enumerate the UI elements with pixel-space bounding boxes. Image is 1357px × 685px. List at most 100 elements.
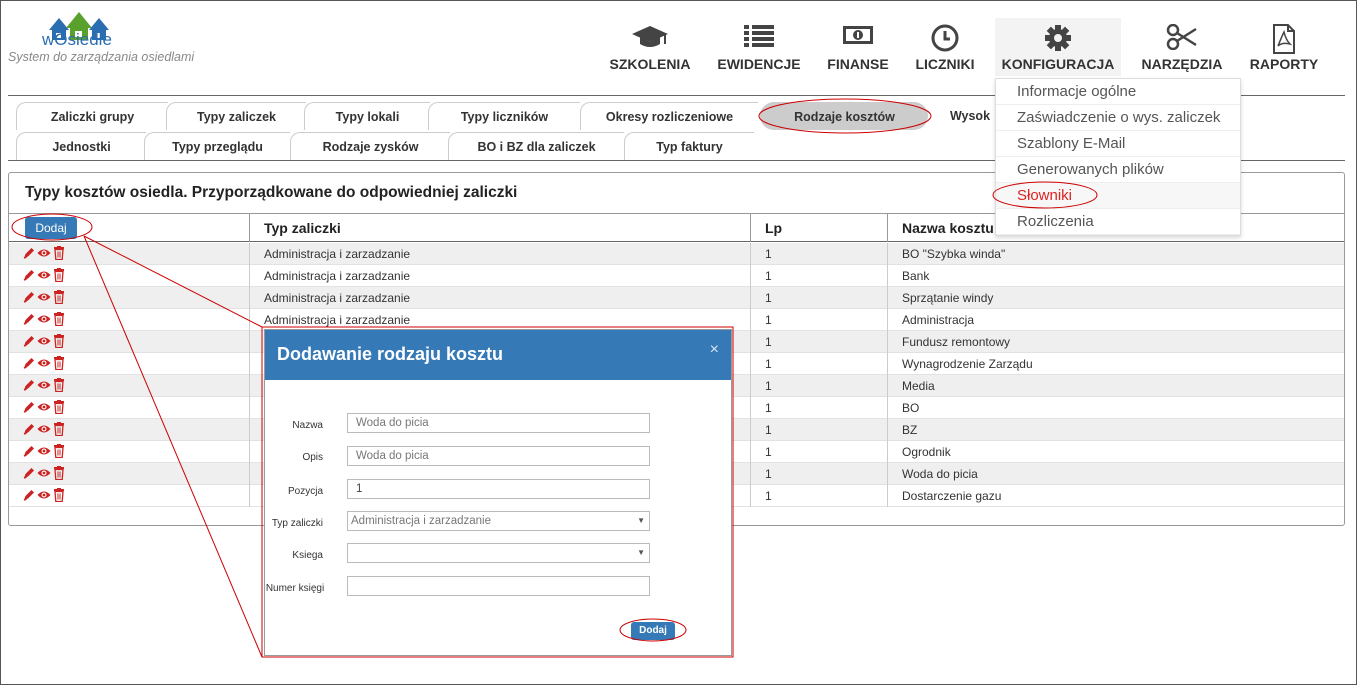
edit-pencil-icon[interactable] xyxy=(23,378,35,395)
close-icon[interactable]: × xyxy=(710,341,719,359)
delete-trash-icon[interactable] xyxy=(53,378,65,395)
tab-typy-przegladu[interactable]: Typy przeglądu xyxy=(144,132,290,160)
tab-typy-lokali[interactable]: Typy lokali xyxy=(304,102,430,130)
delete-trash-icon[interactable] xyxy=(53,312,65,329)
edit-pencil-icon[interactable] xyxy=(23,466,35,483)
view-eye-icon[interactable] xyxy=(37,444,51,461)
gear-icon xyxy=(995,24,1121,54)
tab-typ-faktury[interactable]: Typ faktury xyxy=(624,132,754,160)
money-icon xyxy=(822,24,894,54)
nav-szkolenia[interactable]: SZKOLENIA xyxy=(606,18,694,76)
view-eye-icon[interactable] xyxy=(37,246,51,263)
delete-trash-icon[interactable] xyxy=(53,400,65,417)
cell-lp: 1 xyxy=(750,397,887,419)
nav-label: SZKOLENIA xyxy=(609,56,691,72)
delete-trash-icon[interactable] xyxy=(53,422,65,439)
view-eye-icon[interactable] xyxy=(37,422,51,439)
menu-item-zaswiadczenie[interactable]: Zaświadczenie o wys. zaliczek xyxy=(996,105,1240,131)
cell-nazwa-kosztu: Media xyxy=(887,375,1344,397)
delete-trash-icon[interactable] xyxy=(53,246,65,263)
delete-trash-icon[interactable] xyxy=(53,356,65,373)
modal-add-button[interactable]: Dodaj xyxy=(631,622,675,640)
table-row[interactable]: Administracja i zarzadzanie 1 BO "Szybka w… xyxy=(9,243,1344,265)
typ-zaliczki-select[interactable]: Administracja i zarzadzanie ▼ xyxy=(347,511,650,531)
edit-pencil-icon[interactable] xyxy=(23,422,35,439)
view-eye-icon[interactable] xyxy=(37,400,51,417)
cell-nazwa-kosztu: Administracja xyxy=(887,309,1344,331)
edit-pencil-icon[interactable] xyxy=(23,334,35,351)
table-row[interactable]: Administracja i zarzadzanie 1 Sprzątanie w… xyxy=(9,287,1344,309)
nav-label: LICZNIKI xyxy=(915,56,975,72)
table-row[interactable]: Administracja i zarzadzanie 1 Bank xyxy=(9,265,1344,287)
tab-rodzaje-zyskow[interactable]: Rodzaje zysków xyxy=(290,132,450,160)
tab-label: Okresy rozliczeniowe xyxy=(605,110,734,124)
row-actions xyxy=(23,400,67,416)
view-eye-icon[interactable] xyxy=(37,268,51,285)
scissors-icon xyxy=(1138,23,1226,54)
view-eye-icon[interactable] xyxy=(37,334,51,351)
tab-rodzaje-kosztow[interactable]: Rodzaje kosztów xyxy=(760,102,928,130)
edit-pencil-icon[interactable] xyxy=(23,268,35,285)
table-row[interactable]: Administracja i zarzadzanie 1 Administracj… xyxy=(9,309,1344,331)
edit-pencil-icon[interactable] xyxy=(23,488,35,505)
row-actions xyxy=(23,422,67,438)
ksiega-select[interactable]: ▼ xyxy=(347,543,650,563)
nav-liczniki[interactable]: LICZNIKI xyxy=(910,18,980,76)
column-header-lp[interactable]: Lp xyxy=(750,214,887,242)
column-header-typ-zaliczki[interactable]: Typ zaliczki xyxy=(249,214,749,242)
tab-zaliczki-grupy[interactable]: Zaliczki grupy xyxy=(16,102,168,130)
tab-typy-zaliczek[interactable]: Typy zaliczek xyxy=(166,102,306,130)
nazwa-input[interactable]: Woda do picia xyxy=(347,413,650,433)
menu-item-generowanych-plikow[interactable]: Generowanych plików xyxy=(996,157,1240,183)
row-actions xyxy=(23,312,67,328)
field-label-numer-ksiegi: Numer księgi xyxy=(265,583,325,594)
nav-narzedzia[interactable]: NARZĘDZIA xyxy=(1138,18,1226,76)
field-label-typ-zaliczki: Typ zaliczki xyxy=(271,518,323,529)
nav-label: RAPORTY xyxy=(1249,56,1319,72)
cell-nazwa-kosztu: Ogrodnik xyxy=(887,441,1344,463)
menu-item-informacje-ogolne[interactable]: Informacje ogólne xyxy=(996,79,1240,105)
view-eye-icon[interactable] xyxy=(37,356,51,373)
field-label-ksiega: Ksiega xyxy=(292,550,323,561)
nav-finanse[interactable]: FINANSE xyxy=(822,18,894,76)
cell-lp: 1 xyxy=(750,375,887,397)
tab-label: Wysok xyxy=(949,109,991,123)
list-icon xyxy=(714,24,804,54)
edit-pencil-icon[interactable] xyxy=(23,246,35,263)
delete-trash-icon[interactable] xyxy=(53,444,65,461)
opis-input[interactable]: Woda do picia xyxy=(347,446,650,466)
brand-name: wOsiedle xyxy=(42,30,112,49)
view-eye-icon[interactable] xyxy=(37,378,51,395)
delete-trash-icon[interactable] xyxy=(53,290,65,307)
nav-konfiguracja[interactable]: KONFIGURACJA xyxy=(995,18,1121,76)
tab-wysokosc[interactable]: Wysok xyxy=(940,102,1000,130)
edit-pencil-icon[interactable] xyxy=(23,312,35,329)
tab-label: Jednostki xyxy=(52,140,111,154)
edit-pencil-icon[interactable] xyxy=(23,290,35,307)
nav-ewidencje[interactable]: EWIDENCJE xyxy=(714,18,804,76)
cell-nazwa-kosztu: Fundusz remontowy xyxy=(887,331,1344,353)
tab-okresy-rozliczeniowe[interactable]: Okresy rozliczeniowe xyxy=(580,102,758,130)
add-button[interactable]: Dodaj xyxy=(25,217,77,239)
numer-ksiegi-input[interactable] xyxy=(347,576,650,596)
menu-item-szablony-email[interactable]: Szablony E-Mail xyxy=(996,131,1240,157)
pozycja-input[interactable]: 1 xyxy=(347,479,650,499)
nav-raporty[interactable]: RAPORTY xyxy=(1244,18,1324,76)
delete-trash-icon[interactable] xyxy=(53,268,65,285)
tab-jednostki[interactable]: Jednostki xyxy=(16,132,146,160)
edit-pencil-icon[interactable] xyxy=(23,444,35,461)
edit-pencil-icon[interactable] xyxy=(23,400,35,417)
tab-bo-bz-dla-zaliczek[interactable]: BO i BZ dla zaliczek xyxy=(448,132,624,160)
view-eye-icon[interactable] xyxy=(37,312,51,329)
view-eye-icon[interactable] xyxy=(37,488,51,505)
menu-item-rozliczenia[interactable]: Rozliczenia xyxy=(996,209,1240,235)
tab-label: Zaliczki grupy xyxy=(50,110,135,124)
delete-trash-icon[interactable] xyxy=(53,488,65,505)
menu-item-slowniki[interactable]: Słowniki xyxy=(996,183,1240,209)
view-eye-icon[interactable] xyxy=(37,290,51,307)
view-eye-icon[interactable] xyxy=(37,466,51,483)
delete-trash-icon[interactable] xyxy=(53,466,65,483)
edit-pencil-icon[interactable] xyxy=(23,356,35,373)
delete-trash-icon[interactable] xyxy=(53,334,65,351)
tab-typy-licznikow[interactable]: Typy liczników xyxy=(428,102,580,130)
